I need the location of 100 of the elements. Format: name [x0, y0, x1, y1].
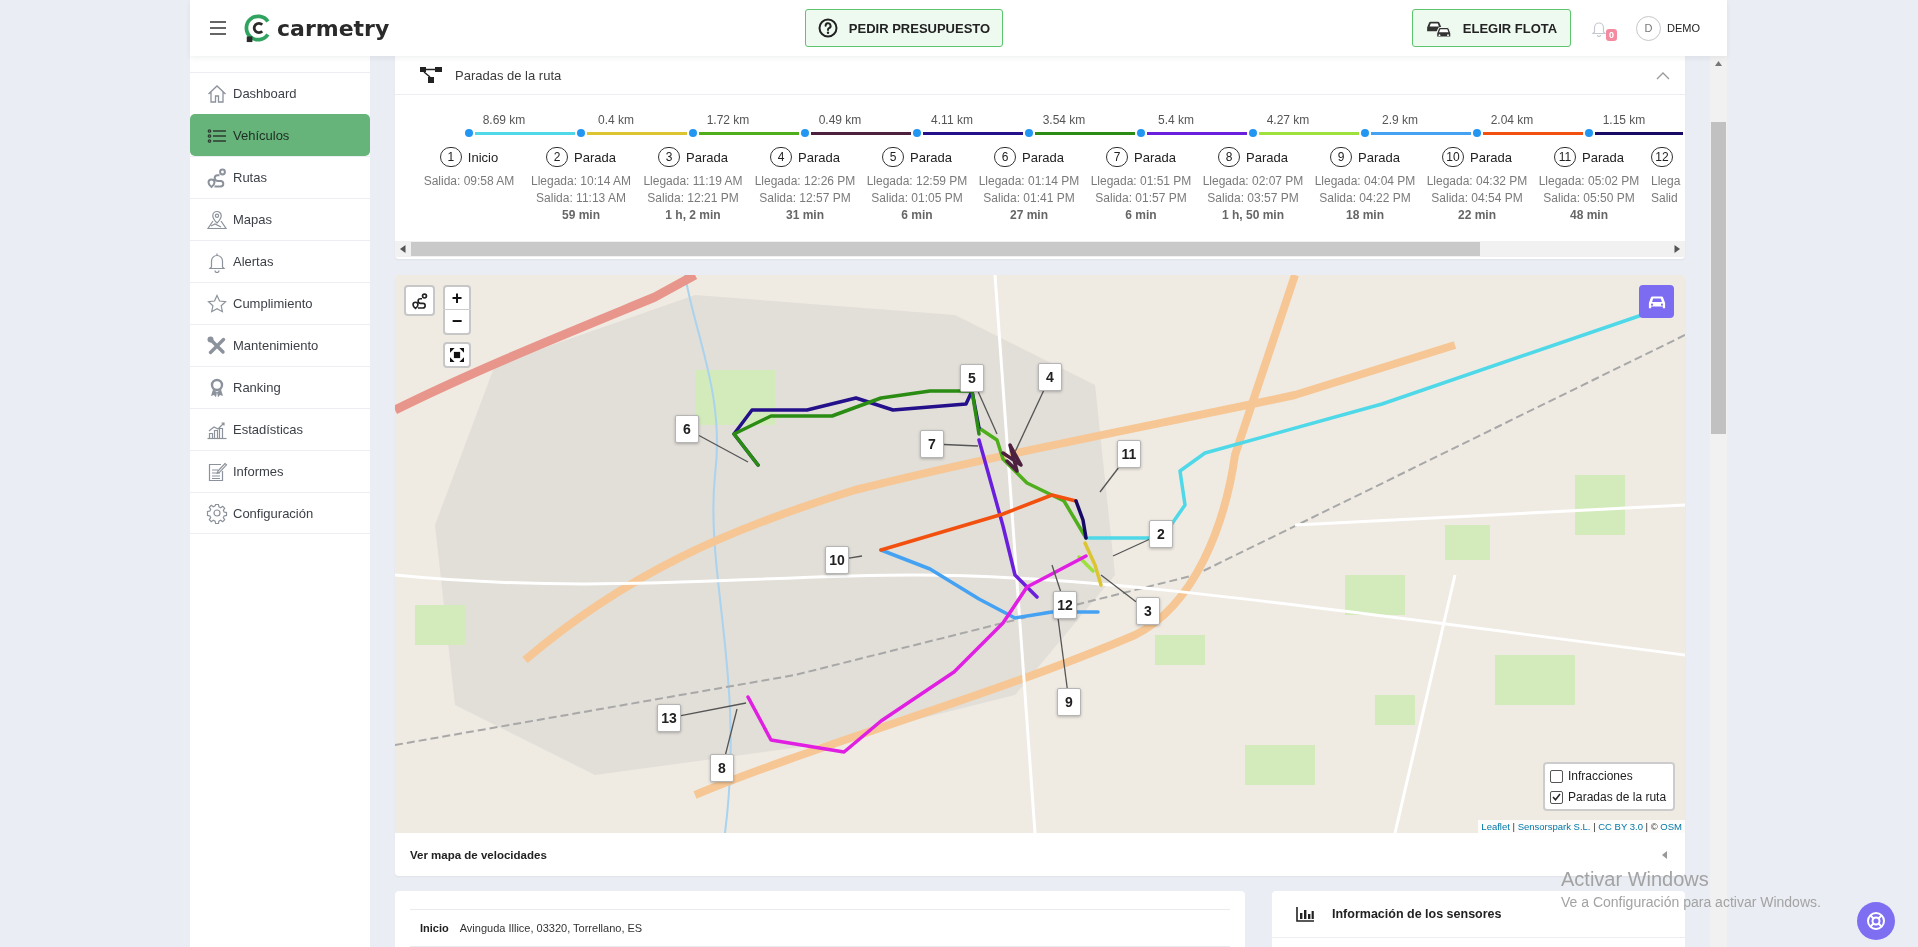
- zoom-in-button[interactable]: +: [443, 285, 471, 310]
- sidebar-item[interactable]: Mantenimiento: [190, 324, 370, 366]
- scroll-up-icon[interactable]: [1715, 61, 1722, 66]
- sidebar-item[interactable]: Alertas: [190, 240, 370, 282]
- distance-label: 4.27 km: [1266, 113, 1310, 127]
- document-icon: [206, 460, 228, 483]
- stay-duration: 6 min: [1125, 207, 1157, 224]
- quote-button[interactable]: PEDIR PRESUPUESTO: [805, 9, 1003, 47]
- stop-marker: 6: [675, 415, 699, 443]
- departure-time: Salida: 05:50 PM: [1543, 190, 1635, 207]
- sidebar-item[interactable]: Vehículos: [190, 114, 370, 156]
- checkbox[interactable]: [1550, 769, 1563, 783]
- departure-time: Salida: 09:58 AM: [423, 173, 515, 190]
- departure-time: Salida: 01:57 PM: [1095, 190, 1187, 207]
- card-title: Información de los sensores: [1332, 907, 1502, 921]
- horizontal-scrollbar[interactable]: [395, 241, 1685, 257]
- arrival-time: Llegada: 02:07 PM: [1202, 173, 1304, 190]
- menu-icon[interactable]: [210, 21, 226, 35]
- sidebar-item[interactable]: Ranking: [190, 366, 370, 408]
- watermark-title: Activar Windows: [1561, 867, 1709, 891]
- leader-line: [1100, 574, 1137, 603]
- stop-marker: 12: [1053, 591, 1077, 619]
- stop-marker: 4: [1038, 363, 1062, 391]
- departure-time: Salida: 04:22 PM: [1319, 190, 1411, 207]
- arrival-time: Llegada: 04:32 PM: [1426, 173, 1528, 190]
- leader-line: [1099, 467, 1119, 493]
- sidebar-item[interactable]: Informes: [190, 450, 370, 492]
- user-name: DEMO: [1667, 22, 1700, 34]
- stop-name: Parada: [686, 149, 728, 165]
- sidebar-item[interactable]: Cumplimiento: [190, 282, 370, 324]
- departure-time: Salida: 01:41 PM: [983, 190, 1075, 207]
- star-icon: [206, 292, 228, 315]
- checkbox[interactable]: [1550, 790, 1563, 804]
- sidebar-item[interactable]: Estadísticas: [190, 408, 370, 450]
- sidebar-item[interactable]: Mapas: [190, 198, 370, 240]
- stop-marker: 13: [657, 704, 681, 732]
- timeline-dot-icon: [1025, 129, 1033, 137]
- section-title: Paradas de la ruta: [455, 67, 562, 83]
- expand-icon: [450, 348, 464, 362]
- timeline-dot-icon: [465, 129, 473, 137]
- stop-marker: 5: [960, 364, 984, 392]
- attribution-link[interactable]: OSM: [1660, 821, 1682, 832]
- stop-marker: 11: [1117, 440, 1141, 468]
- timeline-dot-icon: [1249, 129, 1257, 137]
- scrollbar-thumb[interactable]: [411, 242, 1481, 256]
- zoom-out-button[interactable]: −: [443, 310, 471, 335]
- route-toggle-button[interactable]: [404, 285, 435, 316]
- distance-label: 1.15 km: [1602, 113, 1646, 127]
- attribution-link[interactable]: CC BY 3.0: [1598, 821, 1643, 832]
- distance-label: 8.69 km: [482, 113, 526, 127]
- stop-marker: 9: [1057, 688, 1081, 716]
- timeline-dot-icon: [1585, 129, 1593, 137]
- sidebar-item[interactable]: Rutas: [190, 156, 370, 198]
- stop-marker: 7: [920, 430, 944, 458]
- stop-name: Parada: [1470, 149, 1512, 165]
- legend-label: Paradas de la ruta: [1568, 790, 1667, 804]
- network-icon: [420, 66, 442, 84]
- arrival-time: Llegada: 11:19 AM: [643, 173, 743, 190]
- arrival-time: Llegada: 01:51 PM: [1090, 173, 1192, 190]
- sidebar-item[interactable]: Configuración: [190, 492, 370, 534]
- distance-label: 0.4 km: [598, 113, 634, 127]
- stay-duration: 59 min: [562, 207, 600, 224]
- stop-marker: 10: [825, 546, 849, 574]
- timeline-dot-icon: [1473, 129, 1481, 137]
- watermark-text: Ve a Configuración para activar Windows.: [1561, 894, 1821, 911]
- stay-duration: 22 min: [1458, 207, 1496, 224]
- help-button[interactable]: [1857, 902, 1895, 940]
- departure-time: Salida: 04:54 PM: [1431, 190, 1523, 207]
- stop-name: Parada: [1246, 149, 1288, 165]
- leader-line: [848, 555, 863, 559]
- summary-label: Inicio: [420, 922, 449, 934]
- stop-name: Inicio: [467, 149, 499, 165]
- scroll-left-icon[interactable]: [400, 245, 406, 253]
- stay-duration: 27 min: [1010, 207, 1048, 224]
- departure-time: Salida: 12:57 PM: [759, 190, 851, 207]
- fleet-button[interactable]: ELEGIR FLOTA: [1412, 9, 1571, 47]
- stop-marker: 8: [710, 754, 734, 782]
- attribution-link[interactable]: Sensorspark S.L.: [1517, 821, 1591, 832]
- departure-time: Salida: 01:05 PM: [871, 190, 963, 207]
- leader-line: [1112, 538, 1150, 557]
- caret-left-icon[interactable]: [1662, 850, 1667, 859]
- attribution-link[interactable]: Leaflet: [1481, 821, 1510, 832]
- car-button[interactable]: [1639, 285, 1674, 318]
- scrollbar-thumb[interactable]: [1711, 122, 1726, 434]
- legend-label: Infracciones: [1568, 769, 1633, 783]
- stay-duration: 18 min: [1346, 207, 1384, 224]
- map-attribution: Leaflet | Sensorspark S.L. | CC BY 3.0 | © OSM: [1478, 820, 1685, 833]
- scroll-right-icon[interactable]: [1674, 245, 1680, 253]
- distance-label: 5.4 km: [1158, 113, 1194, 127]
- brand-name: carmetry: [277, 15, 390, 41]
- leader-line: [698, 434, 749, 463]
- arrival-time: Llegada: 04:04 PM: [1314, 173, 1416, 190]
- stay-duration: 1 h, 2 min: [665, 207, 721, 224]
- departure-time: Salida: 03:57 PM: [1207, 190, 1299, 207]
- fit-bounds-button[interactable]: [443, 342, 471, 368]
- arrival-time: Llegada: 05:02 PM: [1538, 173, 1640, 190]
- speed-map-link[interactable]: Ver mapa de velocidades: [410, 848, 547, 861]
- chevron-up-icon[interactable]: [1656, 70, 1670, 80]
- timeline-dot-icon: [801, 129, 809, 137]
- stop-name: Parada: [1582, 149, 1624, 165]
